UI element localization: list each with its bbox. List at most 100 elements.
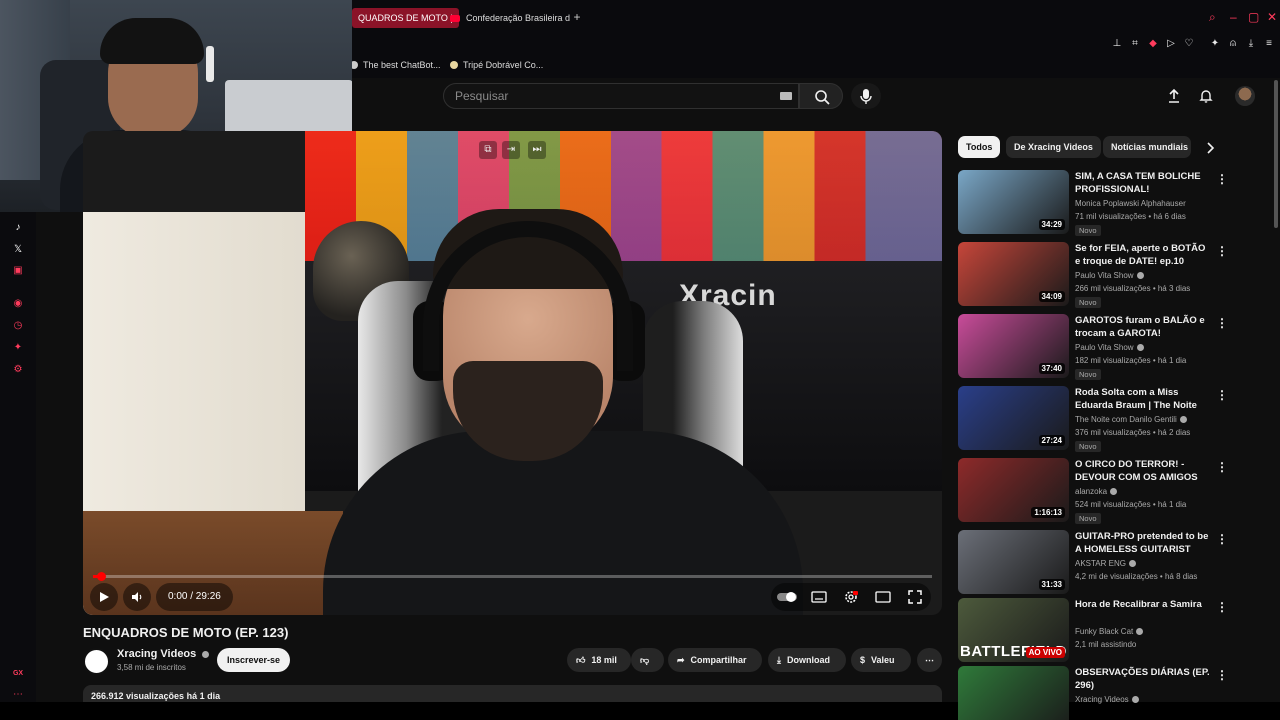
share-button[interactable]: ➦ Compartilhar xyxy=(668,648,762,672)
voice-search-button[interactable] xyxy=(851,83,881,109)
subscribe-button[interactable]: Inscrever-se xyxy=(217,648,290,672)
search-button[interactable] xyxy=(799,83,843,109)
autoplay-toggle[interactable] xyxy=(777,590,797,604)
kebab-menu-icon[interactable]: ⋮ xyxy=(1216,600,1228,614)
video-thumbnail[interactable]: 37:40 xyxy=(958,314,1069,378)
recommendation-channel-line[interactable]: AKSTAR ENG xyxy=(1075,559,1136,568)
recommendation-card[interactable]: OBSERVAÇÕES DIÁRIAS (EP. 296) Xracing Vid… xyxy=(958,666,1228,720)
music-icon[interactable]: ◉ xyxy=(11,297,25,311)
video-thumbnail[interactable]: 34:09 xyxy=(958,242,1069,306)
heart-icon[interactable]: ♡ xyxy=(1183,38,1195,50)
kebab-menu-icon[interactable]: ⋮ xyxy=(1216,532,1228,546)
recommendation-title[interactable]: OBSERVAÇÕES DIÁRIAS (EP. 296) xyxy=(1075,666,1210,692)
upload-icon[interactable] xyxy=(1166,88,1182,104)
kebab-menu-icon[interactable]: ⋮ xyxy=(1216,668,1228,682)
menu-icon[interactable]: ≡ xyxy=(1263,38,1275,50)
chevron-right-icon[interactable] xyxy=(1202,140,1218,156)
kebab-menu-icon[interactable]: ⋮ xyxy=(1216,460,1228,474)
kebab-menu-icon[interactable]: ⋮ xyxy=(1216,316,1228,330)
recommendation-channel-line[interactable]: Funky Black Cat xyxy=(1075,627,1144,636)
recommendation-card[interactable]: BATTLEFIELD AO VIVO Hora de Recalibrar a S… xyxy=(958,598,1228,666)
recommendation-title[interactable]: GUITAR-PRO pretended to be A HOMELESS GU… xyxy=(1075,530,1210,556)
video-player[interactable]: Xracin ⧉ ⇥ ⏭ 0:00 / 29:26 xyxy=(83,131,942,615)
shield-icon[interactable]: ◆ xyxy=(1147,38,1159,50)
recommendation-channel-line[interactable]: Monica Poplawski Alphahauser xyxy=(1075,199,1186,208)
recommendation-channel[interactable]: Funky Black Cat xyxy=(1075,627,1133,636)
recommendation-channel-line[interactable]: Xracing Videos xyxy=(1075,695,1139,704)
video-thumbnail[interactable]: 31:33 xyxy=(958,530,1069,594)
bookmark-tripe[interactable]: Tripé Dobrável Co... xyxy=(450,60,543,70)
recommendation-channel[interactable]: Paulo Vita Show xyxy=(1075,271,1134,280)
history-icon[interactable]: ◷ xyxy=(11,319,25,333)
progress-scrubber[interactable] xyxy=(97,572,106,581)
new-tab-button[interactable]: + xyxy=(571,10,583,24)
fullscreen-icon[interactable] xyxy=(907,589,923,605)
keyboard-icon[interactable] xyxy=(780,92,792,100)
avatar[interactable] xyxy=(1235,86,1255,106)
recommendation-channel[interactable]: Monica Poplawski Alphahauser xyxy=(1075,199,1186,208)
more-actions-button[interactable]: ⋯ xyxy=(917,648,942,672)
extensions-sidebar-icon[interactable]: ✦ xyxy=(11,341,25,355)
recommendation-title[interactable]: SIM, A CASA TEM BOLICHE PROFISSIONAL! xyxy=(1075,170,1210,196)
twitch-icon[interactable]: ▣ xyxy=(11,264,25,278)
more-sidebar-icon[interactable]: ⋯ xyxy=(11,688,25,702)
recommendation-channel[interactable]: AKSTAR ENG xyxy=(1075,559,1126,568)
channel-avatar[interactable] xyxy=(83,648,110,675)
settings-sidebar-icon[interactable]: ⚙ xyxy=(11,363,25,377)
video-thumbnail[interactable]: 27:24 xyxy=(958,386,1069,450)
tab-youtube[interactable]: QUADROS DE MOTO | xyxy=(352,8,459,28)
settings-icon[interactable] xyxy=(843,589,859,605)
miniplayer-icon[interactable]: ⧉ xyxy=(479,141,497,159)
download-icon[interactable]: ⤓ xyxy=(1245,38,1257,50)
recommendation-title[interactable]: O CIRCO DO TERROR! - DEVOUR COM OS AMIGO… xyxy=(1075,458,1210,484)
channel-name[interactable]: Xracing Videos xyxy=(117,648,196,660)
kebab-menu-icon[interactable]: ⋮ xyxy=(1216,244,1228,258)
recommendation-channel-line[interactable]: Paulo Vita Show xyxy=(1075,271,1144,280)
progress-bar[interactable] xyxy=(93,572,932,581)
play-button[interactable] xyxy=(90,583,118,611)
recommendation-channel-line[interactable]: alanzoka xyxy=(1075,487,1118,496)
recommendation-channel[interactable]: Paulo Vita Show xyxy=(1075,343,1134,352)
search-tabs-icon[interactable]: ⌕ xyxy=(1209,10,1216,25)
like-button[interactable]: 👍︎ 18 mil xyxy=(567,648,631,672)
recommendation-card[interactable]: 34:09 Se for FEIA, aperte o BOTÃO e troqu… xyxy=(958,242,1228,310)
recommendation-channel-line[interactable]: The Noite com Danilo Gentili xyxy=(1075,415,1187,424)
recommendation-card[interactable]: 1:16:13 O CIRCO DO TERROR! - DEVOUR COM O… xyxy=(958,458,1228,526)
close-window-button[interactable]: ✕ xyxy=(1267,10,1277,24)
thanks-button[interactable]: $ Valeu xyxy=(851,648,911,672)
video-thumbnail[interactable]: 34:29 xyxy=(958,170,1069,234)
dislike-button[interactable]: 👎︎ xyxy=(631,648,664,672)
recommendation-card[interactable]: 31:33 GUITAR-PRO pretended to be A HOMELE… xyxy=(958,530,1228,598)
recommendation-channel-line[interactable]: Paulo Vita Show xyxy=(1075,343,1144,352)
recommendation-title[interactable]: Hora de Recalibrar a Samira xyxy=(1075,598,1210,611)
recommendation-card[interactable]: 27:24 Roda Solta com a Miss Eduarda Braum… xyxy=(958,386,1228,454)
minimize-button[interactable]: – xyxy=(1230,10,1237,24)
recommendation-title[interactable]: Se for FEIA, aperte o BOTÃO e troque de … xyxy=(1075,242,1210,268)
next-icon[interactable]: ⏭ xyxy=(528,141,546,159)
recommendation-channel[interactable]: The Noite com Danilo Gentili xyxy=(1075,415,1177,424)
volume-button[interactable] xyxy=(123,583,151,611)
channel-name-line[interactable]: Xracing Videos xyxy=(117,648,210,660)
recommendation-title[interactable]: GAROTOS furam o BALÃO e trocam a GAROTA! xyxy=(1075,314,1210,340)
search-input[interactable]: Pesquisar xyxy=(443,83,799,109)
recommendation-channel[interactable]: Xracing Videos xyxy=(1075,695,1129,704)
video-thumbnail[interactable]: BATTLEFIELD AO VIVO xyxy=(958,598,1069,662)
extensions-icon[interactable]: ✦ xyxy=(1209,38,1221,50)
video-thumbnail[interactable]: 1:16:13 xyxy=(958,458,1069,522)
tiktok-icon[interactable]: ♪ xyxy=(11,221,25,235)
captions-icon[interactable] xyxy=(811,590,827,604)
recommendation-title[interactable]: Roda Solta com a Miss Eduarda Braum | Th… xyxy=(1075,386,1210,412)
bell-icon[interactable] xyxy=(1198,88,1214,104)
kebab-menu-icon[interactable]: ⋮ xyxy=(1216,172,1228,186)
recommendation-channel[interactable]: alanzoka xyxy=(1075,487,1107,496)
scrollbar[interactable] xyxy=(1274,80,1278,228)
kebab-menu-icon[interactable]: ⋮ xyxy=(1216,388,1228,402)
theater-icon[interactable] xyxy=(875,590,891,604)
x-twitter-icon[interactable]: 𝕏 xyxy=(11,243,25,257)
snapshot-icon[interactable]: ⌗ xyxy=(1129,38,1141,50)
download-button[interactable]: ⤓ Download xyxy=(768,648,846,672)
chip-noticias[interactable]: Notícias mundiais xyxy=(1103,136,1191,158)
chip-todos[interactable]: Todos xyxy=(958,136,1001,158)
profile-icon[interactable]: ⍝ xyxy=(1227,38,1239,50)
pin-icon[interactable]: ⊥ xyxy=(1111,38,1123,50)
